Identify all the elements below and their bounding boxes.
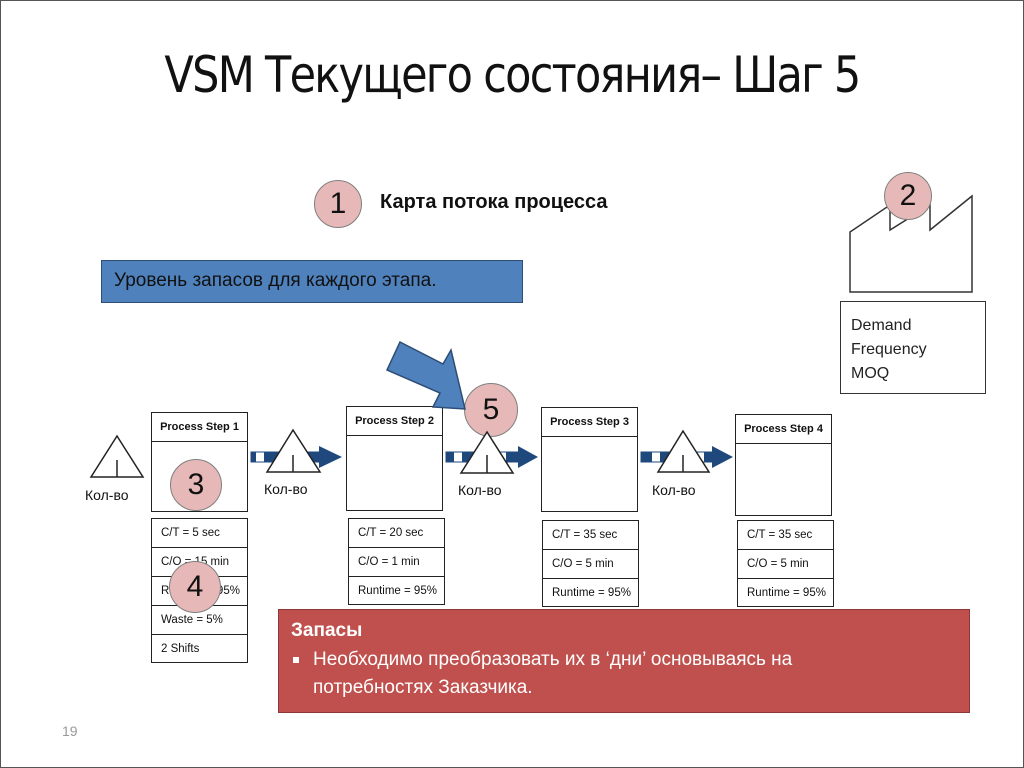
inventory-note-text: Необходимо преобразовать их в ‘дни’ осно… (313, 649, 793, 698)
inventory-level-callout: Уровень запасов для каждого этапа. (101, 260, 523, 303)
inventory-note-bullet: Необходимо преобразовать их в ‘дни’ осно… (291, 646, 913, 702)
step-badge-2: 2 (884, 172, 932, 220)
changeover-cell: C/O = 5 min (737, 549, 834, 578)
slide-title: VSM Текущего состояния– Шаг 5 (164, 46, 861, 104)
bullet-square-icon (293, 657, 299, 663)
cycle-time-cell: C/T = 5 sec (151, 518, 248, 547)
inventory-label-0: Кол-во (85, 487, 129, 503)
runtime-cell: Runtime = 95% (348, 576, 445, 605)
step-badge-4: 4 (169, 561, 221, 613)
runtime-cell: Runtime = 95% (737, 578, 834, 607)
step-badge-3: 3 (170, 459, 222, 511)
cycle-time-cell: C/T = 35 sec (542, 520, 639, 549)
process-step-3-data-box: C/T = 35 sec C/O = 5 min Runtime = 95% (542, 520, 639, 607)
inventory-level-text: Уровень запасов для каждого этапа. (114, 270, 437, 291)
process-step-4: Process Step 4 (735, 414, 832, 516)
inventory-note-callout: Запасы Необходимо преобразовать их в ‘дн… (278, 609, 970, 713)
inventory-label-2: Кол-во (458, 482, 502, 498)
process-step-3-title: Process Step 3 (542, 408, 637, 437)
step-badge-1: 1 (314, 180, 362, 228)
customer-info-moq: MOQ (851, 365, 890, 382)
process-step-2-title: Process Step 2 (347, 407, 442, 436)
process-step-2: Process Step 2 (346, 406, 443, 511)
page-number: 19 (62, 723, 78, 739)
cycle-time-cell: C/T = 20 sec (348, 518, 445, 547)
process-step-3: Process Step 3 (541, 407, 638, 512)
inventory-label-1: Кол-во (264, 481, 308, 497)
changeover-cell: C/O = 5 min (542, 549, 639, 578)
runtime-cell: Runtime = 95% (542, 578, 639, 607)
customer-info-demand: Demand (851, 317, 912, 334)
changeover-cell: C/O = 1 min (348, 547, 445, 576)
inventory-label-3: Кол-во (652, 482, 696, 498)
inventory-note-heading: Запасы (291, 620, 363, 641)
process-step-2-data-box: C/T = 20 sec C/O = 1 min Runtime = 95% (348, 518, 445, 605)
customer-info-frequency: Frequency (851, 341, 927, 358)
cycle-time-cell: C/T = 35 sec (737, 520, 834, 549)
shifts-cell: 2 Shifts (151, 634, 248, 663)
process-step-4-data-box: C/T = 35 sec C/O = 5 min Runtime = 95% (737, 520, 834, 607)
process-step-4-title: Process Step 4 (736, 415, 831, 444)
step-badge-5: 5 (464, 383, 518, 437)
process-step-1-title: Process Step 1 (152, 413, 247, 442)
customer-label: Customer (878, 247, 948, 264)
subtitle: Карта потока процесса (380, 191, 608, 213)
customer-info-box: Demand Frequency MOQ (840, 301, 986, 394)
